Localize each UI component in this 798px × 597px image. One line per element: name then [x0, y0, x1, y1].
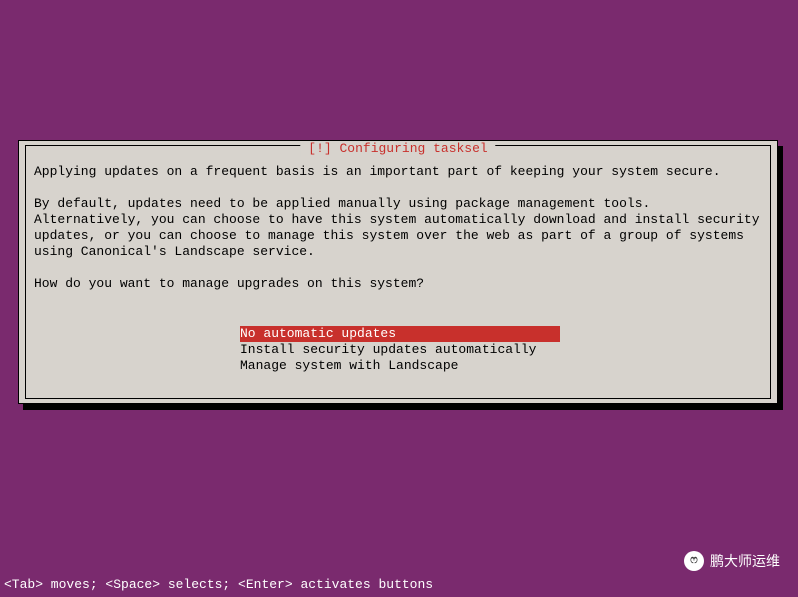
watermark: ෆ 鹏大师运维 [684, 551, 780, 571]
watermark-text: 鹏大师运维 [710, 553, 780, 569]
intro-text: Applying updates on a frequent basis is … [34, 164, 762, 180]
tasksel-dialog: [!] Configuring tasksel Applying updates… [18, 140, 778, 404]
option-install-security-updates[interactable]: Install security updates automatically [240, 342, 536, 357]
question-text: How do you want to manage upgrades on th… [34, 276, 762, 292]
wechat-icon: ෆ [684, 551, 704, 571]
help-bar: <Tab> moves; <Space> selects; <Enter> ac… [4, 577, 433, 593]
option-manage-with-landscape[interactable]: Manage system with Landscape [240, 358, 458, 373]
dialog-title: [!] Configuring tasksel [300, 141, 495, 157]
body-text: By default, updates need to be applied m… [34, 196, 762, 260]
dialog-content: Applying updates on a frequent basis is … [34, 164, 762, 308]
title-text: [!] Configuring tasksel [308, 141, 487, 156]
options-list: No automatic updates Install security up… [240, 326, 560, 374]
dialog-frame: [!] Configuring tasksel Applying updates… [25, 145, 771, 399]
option-no-automatic-updates[interactable]: No automatic updates [240, 326, 560, 342]
